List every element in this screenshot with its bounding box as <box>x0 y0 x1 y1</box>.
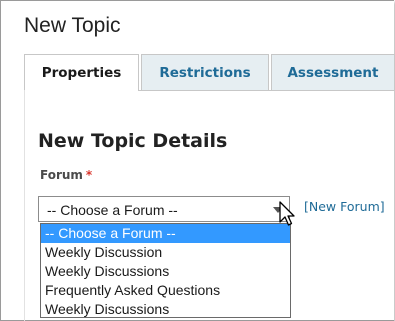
forum-option[interactable]: Weekly Discussions <box>41 262 290 281</box>
tab-properties[interactable]: Properties <box>24 54 139 91</box>
forum-select[interactable]: -- Choose a Forum -- <box>38 196 290 222</box>
forum-option[interactable]: -- Choose a Forum -- <box>41 224 290 243</box>
new-forum-link[interactable]: [New Forum] <box>304 199 385 214</box>
section-heading: New Topic Details <box>38 130 228 152</box>
forum-label-text: Forum <box>40 168 83 182</box>
tab-bar: Properties Restrictions Assessment <box>24 54 395 91</box>
forum-option[interactable]: Weekly Discussions <box>41 300 290 317</box>
forum-option[interactable]: Weekly Discussion <box>41 243 290 262</box>
forum-option[interactable]: Frequently Asked Questions <box>41 281 290 300</box>
tab-restrictions[interactable]: Restrictions <box>141 54 269 90</box>
tab-assessment[interactable]: Assessment <box>271 54 395 90</box>
page-title: New Topic <box>24 14 121 37</box>
forum-label: Forum * <box>40 168 92 182</box>
forum-select-value: -- Choose a Forum -- <box>47 202 178 218</box>
forum-dropdown-list[interactable]: -- Choose a Forum -- Weekly Discussion W… <box>40 223 291 318</box>
required-marker: * <box>85 168 93 182</box>
chevron-down-icon[interactable] <box>273 207 283 213</box>
